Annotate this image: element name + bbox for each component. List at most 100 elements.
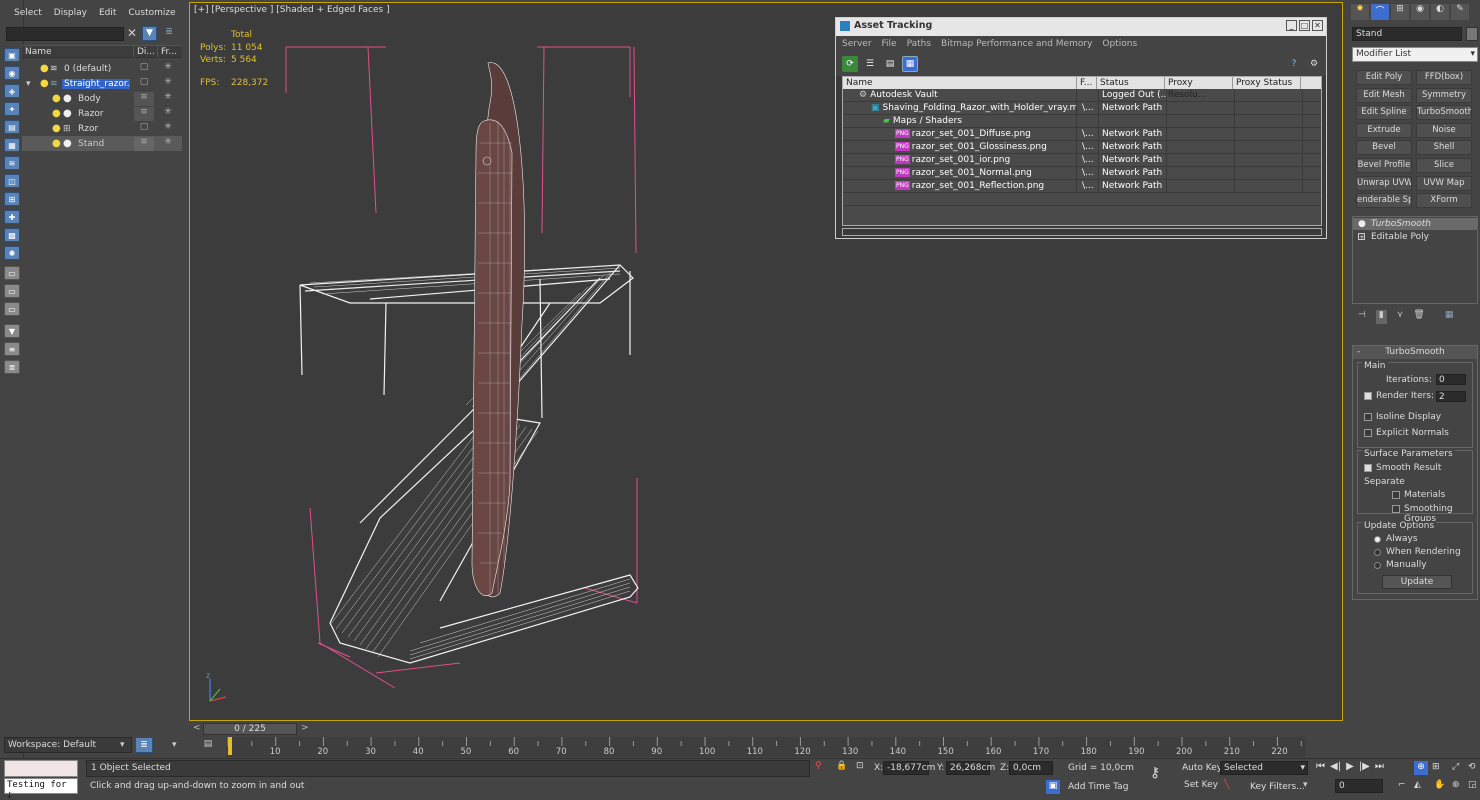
display-shapes-icon[interactable]: ◈ xyxy=(4,84,20,98)
maxscript-listener-output[interactable] xyxy=(4,760,78,777)
display-tab-icon[interactable]: ◐ xyxy=(1431,4,1449,20)
utilities-tab-icon[interactable]: ✎ xyxy=(1451,4,1469,20)
walk-through-icon[interactable]: ⊛ xyxy=(1452,780,1460,790)
display-toggle-icon[interactable]: ▢ xyxy=(134,62,154,76)
zoom-all-icon[interactable]: ⊞ xyxy=(1432,762,1440,772)
display-groups-icon[interactable]: ◫ xyxy=(4,174,20,188)
display-toggle-icon[interactable]: ▢ xyxy=(134,77,154,91)
configure-sets-icon[interactable]: ▦ xyxy=(1445,310,1454,324)
y-coord-field[interactable]: 26,268cm xyxy=(946,761,995,775)
scene-search-input[interactable] xyxy=(6,27,124,41)
show-end-result-icon[interactable]: ▮ xyxy=(1375,310,1387,324)
display-containers-icon[interactable]: ▩ xyxy=(4,228,20,242)
menu-select[interactable]: Select xyxy=(0,4,50,22)
column-freeze[interactable]: Fr... xyxy=(158,46,182,57)
menu-bitmap-performance[interactable]: Bitmap Performance and Memory xyxy=(941,39,1092,49)
modifier-button[interactable]: Bevel Profile xyxy=(1356,158,1412,173)
menu-display[interactable]: Display xyxy=(50,4,95,22)
modifier-list-dropdown[interactable]: Modifier List ▾ xyxy=(1352,47,1478,62)
lightbulb-icon[interactable]: ● xyxy=(1358,218,1366,230)
update-button[interactable]: Update xyxy=(1382,575,1452,589)
scene-row-body[interactable]: ● ● Body ≡ ✳ xyxy=(22,91,182,106)
clear-search-icon[interactable]: ✕ xyxy=(127,27,139,41)
viewport-label[interactable]: [+] [Perspective ] [Shaded + Edged Faces… xyxy=(194,5,390,15)
z-coord-field[interactable]: 0,0cm xyxy=(1009,761,1053,775)
key-mode-icon[interactable]: ⌐ xyxy=(1398,780,1406,790)
close-icon[interactable]: ✕ xyxy=(1312,20,1323,31)
scene-row-straight-razor[interactable]: ▾ ● ≋ Straight_razor... ▢ ✳ xyxy=(22,76,182,91)
chevron-down-icon[interactable]: ▾ xyxy=(172,740,177,750)
motion-tab-icon[interactable]: ◉ xyxy=(1411,4,1429,20)
manually-radio[interactable] xyxy=(1374,562,1381,569)
pin-stack-icon[interactable]: ⊣ xyxy=(1358,310,1366,324)
collapse-arrow-icon[interactable]: ▾ xyxy=(26,79,31,89)
object-color-swatch[interactable] xyxy=(1466,27,1478,41)
smooth-result-checkbox[interactable] xyxy=(1364,464,1372,472)
modifier-button[interactable]: XForm xyxy=(1416,193,1472,209)
smoothing-groups-checkbox[interactable] xyxy=(1392,505,1400,513)
display-spacewarps-icon[interactable]: ≋ xyxy=(4,156,20,170)
when-rendering-radio[interactable] xyxy=(1374,549,1381,556)
settings-icon[interactable]: ⚙ xyxy=(1306,56,1322,72)
column-proxy-status[interactable]: Proxy Status xyxy=(1233,77,1301,89)
absolute-mode-icon[interactable]: ⊡ xyxy=(856,761,864,771)
column-display[interactable]: Di... xyxy=(134,46,158,57)
filter-toggle-icon[interactable]: ▼ xyxy=(142,26,157,41)
stack-item-turbosmooth[interactable]: ● TurboSmooth xyxy=(1353,218,1477,230)
selection-lock-icon[interactable]: 🔒 xyxy=(836,761,847,771)
current-frame-marker[interactable] xyxy=(228,737,232,755)
modifier-button[interactable]: Symmetry xyxy=(1416,87,1472,103)
time-tag-icon[interactable]: ▣ xyxy=(1046,780,1060,794)
pan-icon[interactable]: ✋ xyxy=(1434,780,1445,790)
scene-row-default[interactable]: ● ≋ 0 (default) ▢ ✳ xyxy=(22,61,182,76)
modifier-button[interactable]: TurboSmooth xyxy=(1416,105,1472,121)
modifier-button[interactable]: UVW Map xyxy=(1416,175,1472,191)
object-name-input[interactable]: Stand xyxy=(1352,27,1462,41)
render-iters-checkbox[interactable] xyxy=(1364,392,1372,400)
display-all-icon[interactable]: ▭ xyxy=(4,266,20,280)
time-slider-track[interactable]: < > xyxy=(189,723,1343,736)
column-f[interactable]: F... xyxy=(1077,77,1097,89)
asset-row[interactable]: PNG razor_set_001_Glossiness.png \... Netwo… xyxy=(843,141,1321,154)
auto-key-button[interactable]: Auto Key xyxy=(1182,763,1222,773)
minimize-icon[interactable]: _ xyxy=(1286,20,1297,31)
menu-paths[interactable]: Paths xyxy=(907,39,931,49)
modifier-button[interactable]: Shell xyxy=(1416,140,1472,156)
display-bones-icon[interactable]: ✚ xyxy=(4,210,20,224)
table-view-icon[interactable]: ▦ xyxy=(902,56,918,72)
asset-row[interactable]: PNG razor_set_001_Reflection.png \... Netwo… xyxy=(843,180,1321,193)
column-name[interactable]: Name xyxy=(22,46,134,57)
play-icon[interactable]: ▶ xyxy=(1346,761,1354,777)
materials-checkbox[interactable] xyxy=(1392,491,1400,499)
scene-row-razor[interactable]: ● ● Razor ≡ ✳ xyxy=(22,106,182,121)
lightbulb-icon[interactable]: ● xyxy=(52,123,61,134)
next-frame-icon[interactable]: > xyxy=(301,723,309,733)
time-slider-thumb[interactable]: 0 / 225 xyxy=(203,723,297,735)
column-proxy-resolution[interactable]: Proxy Resolu... xyxy=(1165,77,1233,100)
orbit-icon[interactable]: ⟲ xyxy=(1468,762,1476,772)
filter-icon[interactable]: ▼ xyxy=(4,324,20,338)
menu-server[interactable]: Server xyxy=(842,39,872,49)
lightbulb-icon[interactable]: ● xyxy=(40,78,49,89)
column-name[interactable]: Name xyxy=(843,77,1077,89)
modifier-button[interactable]: Edit Poly xyxy=(1356,70,1412,85)
asset-tracking-titlebar[interactable]: Asset Tracking _ □ ✕ xyxy=(836,18,1326,36)
expand-icon[interactable]: + xyxy=(1358,233,1365,241)
display-toggle-icon[interactable]: ≡ xyxy=(134,106,154,121)
modifier-button[interactable]: Unwrap UVW xyxy=(1356,175,1412,191)
asset-tracking-window[interactable]: Asset Tracking _ □ ✕ Server File Paths B… xyxy=(835,17,1327,239)
lightbulb-icon[interactable]: ● xyxy=(52,138,61,149)
display-xrefs-icon[interactable]: ⊞ xyxy=(4,192,20,206)
create-tab-icon[interactable]: ✸ xyxy=(1351,4,1369,20)
modifier-button[interactable]: Extrude xyxy=(1356,122,1412,138)
selection-set-dropdown[interactable]: Selected ▾ xyxy=(1220,761,1308,775)
modifier-button[interactable]: enderable Splin xyxy=(1356,193,1412,209)
menu-file[interactable]: File xyxy=(882,39,897,49)
maxscript-listener-input[interactable]: Testing for ; xyxy=(4,778,78,800)
hierarchy-icon[interactable]: ≡ xyxy=(4,342,20,356)
isoline-display-checkbox[interactable] xyxy=(1364,413,1372,421)
list-view-icon[interactable]: ☰ xyxy=(862,56,878,72)
modifier-button[interactable]: Edit Mesh xyxy=(1356,87,1412,103)
modifier-button[interactable]: Noise xyxy=(1416,122,1472,138)
asset-row[interactable]: PNG razor_set_001_Normal.png \... Network P… xyxy=(843,167,1321,180)
